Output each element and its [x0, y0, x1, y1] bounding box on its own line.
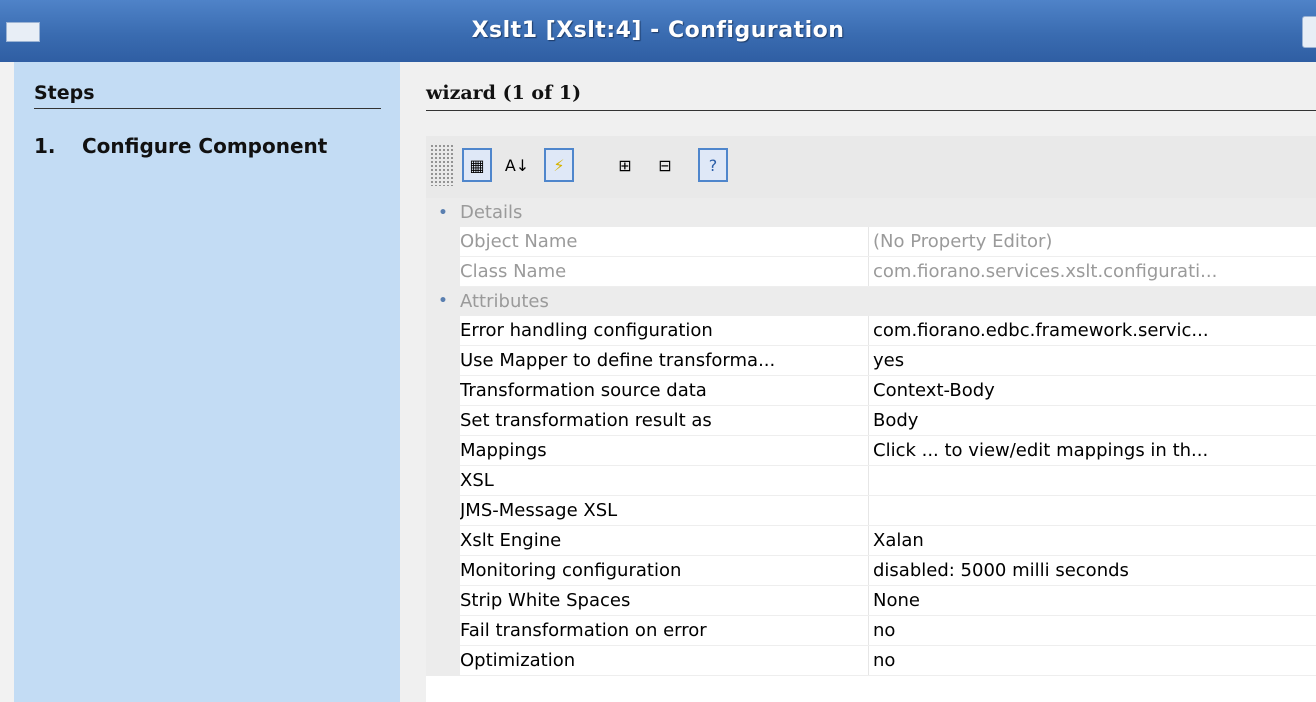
property-row[interactable]: Error handling configuration com.fiorano.… — [426, 316, 1316, 346]
step-item-configure-component[interactable]: 1. Configure Component — [34, 134, 327, 158]
row-gutter — [426, 316, 460, 346]
collapse-pin-icon[interactable]: • — [426, 286, 460, 316]
property-row[interactable]: Monitoring configuration disabled: 5000 m… — [426, 555, 1316, 586]
row-gutter — [426, 435, 460, 466]
property-value[interactable]: com.fiorano.edbc.framework.servic... — [868, 316, 1316, 346]
title-bar: Xslt1 [Xslt:4] - Configuration — [0, 0, 1316, 62]
row-gutter — [426, 495, 460, 526]
property-row[interactable]: Fail transformation on error no — [426, 615, 1316, 646]
property-name: Fail transformation on error — [460, 615, 869, 646]
property-name: XSL — [460, 465, 869, 496]
property-row[interactable]: Transformation source data Context-Body — [426, 375, 1316, 406]
categorized-icon[interactable]: ▦ — [462, 148, 492, 182]
help-icon[interactable]: ? — [698, 148, 728, 182]
property-row[interactable]: Xslt Engine Xalan — [426, 525, 1316, 556]
category-row[interactable]: • Attributes — [426, 286, 1316, 316]
property-sheet: ▦ A↓ ⚡ ⊞ ⊟? • Details Object Name (No Property … — [426, 136, 1316, 702]
row-gutter — [426, 375, 460, 406]
left-edge — [0, 62, 14, 702]
property-value[interactable]: Body — [868, 405, 1316, 436]
property-value[interactable]: Click ... to view/edit mappings in th... — [868, 435, 1316, 466]
property-row[interactable]: XSL — [426, 465, 1316, 496]
category-label: Details — [460, 198, 1316, 227]
property-row[interactable]: Mappings Click ... to view/edit mappings … — [426, 435, 1316, 466]
lightning-icon[interactable]: ⚡ — [544, 148, 574, 182]
property-table: • Details Object Name (No Property Editor) C… — [426, 198, 1316, 676]
expand-all-icon[interactable]: ⊟ — [650, 148, 680, 182]
property-name: Mappings — [460, 435, 869, 466]
category-row[interactable]: • Details — [426, 198, 1316, 227]
property-row[interactable]: Strip White Spaces None — [426, 585, 1316, 616]
collapse-pin-icon[interactable]: • — [426, 198, 460, 227]
property-value[interactable]: Xalan — [868, 525, 1316, 556]
property-value[interactable]: no — [868, 615, 1316, 646]
row-gutter — [426, 615, 460, 646]
sort-alphabetical-icon[interactable]: A↓ — [502, 148, 532, 182]
row-gutter — [426, 465, 460, 496]
row-gutter — [426, 585, 460, 616]
property-value[interactable]: Context-Body — [868, 375, 1316, 406]
property-row[interactable]: Class Name com.fiorano.services.xslt.conf… — [426, 256, 1316, 287]
collapse-all-icon[interactable]: ⊞ — [610, 148, 640, 182]
step-label: Configure Component — [82, 134, 328, 158]
property-row[interactable]: JMS-Message XSL — [426, 495, 1316, 526]
close-icon[interactable] — [1302, 16, 1316, 48]
divider — [34, 108, 381, 109]
window-title: Xslt1 [Xslt:4] - Configuration — [471, 18, 845, 43]
divider — [426, 110, 1316, 111]
property-value[interactable]: None — [868, 585, 1316, 616]
property-name: Monitoring configuration — [460, 555, 869, 586]
property-row[interactable]: Set transformation result as Body — [426, 405, 1316, 436]
row-gutter — [426, 405, 460, 436]
property-name: Xslt Engine — [460, 525, 869, 556]
row-gutter — [426, 345, 460, 376]
category-label: Attributes — [460, 286, 1316, 316]
steps-sidebar: Steps 1. Configure Component — [14, 62, 400, 702]
property-value[interactable] — [868, 465, 1316, 496]
property-toolbar: ▦ A↓ ⚡ ⊞ ⊟? — [426, 136, 1316, 199]
property-row[interactable]: Use Mapper to define transforma... yes — [426, 345, 1316, 376]
wizard-title: wizard (1 of 1) — [426, 82, 582, 104]
property-value[interactable] — [868, 495, 1316, 526]
property-name: Optimization — [460, 645, 869, 676]
row-gutter — [426, 256, 460, 287]
property-name: Use Mapper to define transforma... — [460, 345, 869, 376]
property-name: JMS-Message XSL — [460, 495, 869, 526]
property-value[interactable]: no — [868, 645, 1316, 676]
row-gutter — [426, 645, 460, 676]
toolbar-grip[interactable] — [430, 144, 454, 186]
property-row[interactable]: Object Name (No Property Editor) — [426, 227, 1316, 257]
property-value[interactable]: yes — [868, 345, 1316, 376]
property-name: Strip White Spaces — [460, 585, 869, 616]
property-name: Class Name — [460, 256, 869, 287]
property-name: Transformation source data — [460, 375, 869, 406]
property-name: Set transformation result as — [460, 405, 869, 436]
property-value[interactable]: disabled: 5000 milli seconds — [868, 555, 1316, 586]
step-number: 1. — [34, 134, 56, 158]
steps-heading: Steps — [34, 82, 95, 104]
row-gutter — [426, 227, 460, 257]
property-value[interactable]: (No Property Editor) — [868, 227, 1316, 257]
property-row[interactable]: Optimization no — [426, 645, 1316, 676]
property-name: Object Name — [460, 227, 869, 257]
property-name: Error handling configuration — [460, 316, 869, 346]
property-value[interactable]: com.fiorano.services.xslt.configurati... — [868, 256, 1316, 287]
row-gutter — [426, 555, 460, 586]
row-gutter — [426, 525, 460, 556]
